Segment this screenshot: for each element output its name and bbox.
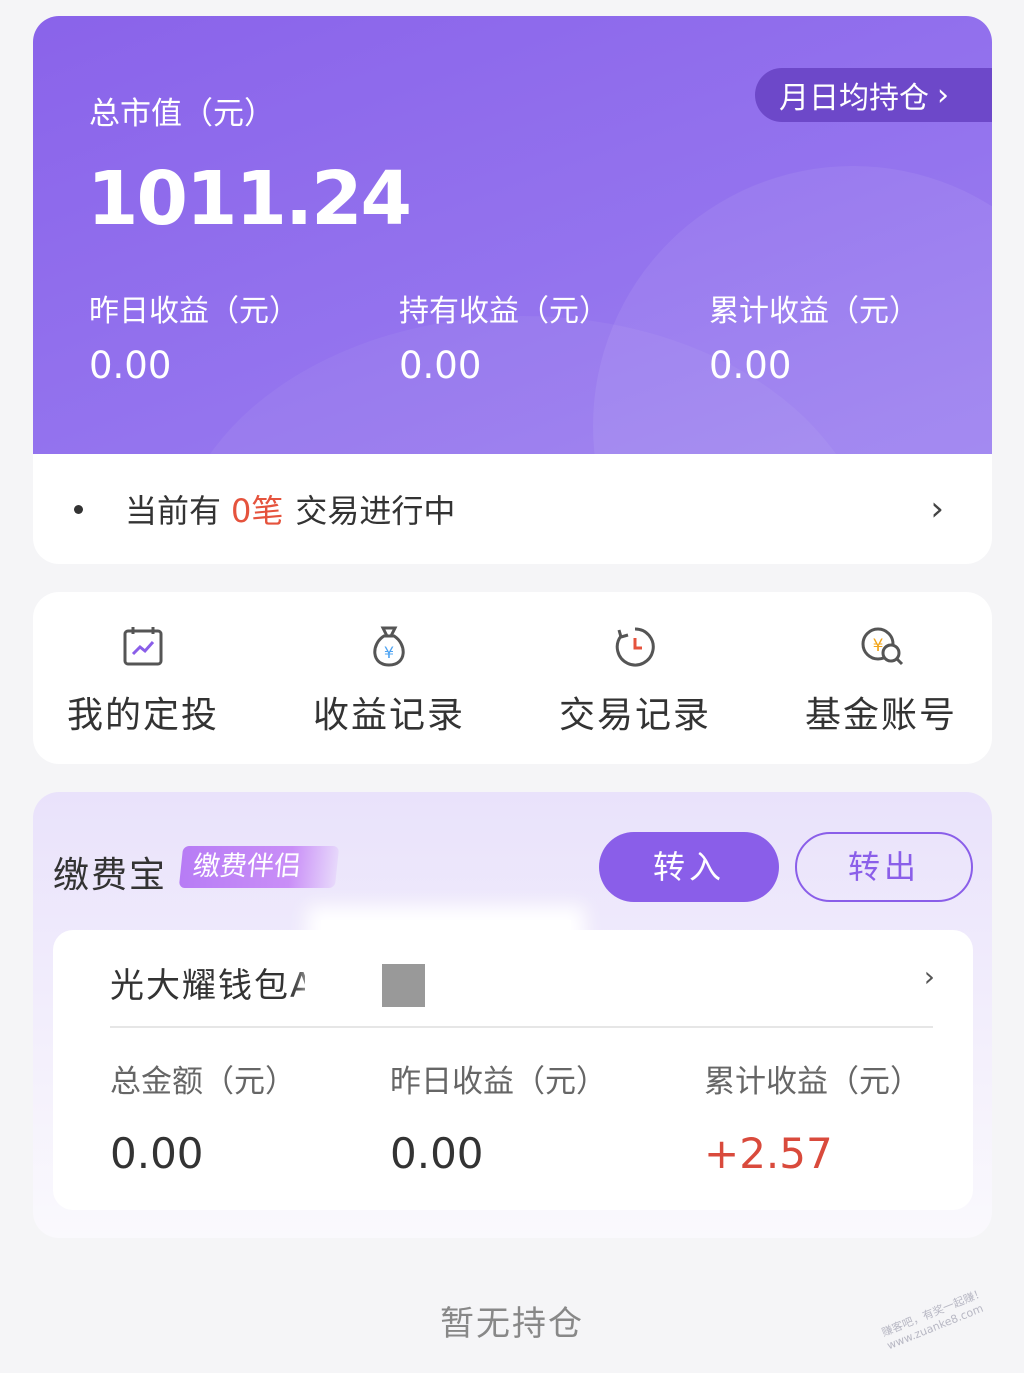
asset-summary: 总市值（元） 1011.24 月日均持仓 › 昨日收益（元） 0.00 持有收益… <box>33 16 992 454</box>
quick-entry-fund-account[interactable]: ¥ 基金账号 <box>771 622 991 738</box>
quick-entry-label: 基金账号 <box>804 695 957 736</box>
yesterday-earnings: 昨日收益（元） 0.00 <box>89 286 299 387</box>
metric-value: 0.00 <box>390 1129 484 1178</box>
wallet-product-card[interactable]: 光大耀钱包A › 总金额（元） 0.00 昨日收益（元） 0.00 累计收益（元… <box>53 920 973 1210</box>
cumulative-earnings: 累计收益（元） 0.00 <box>709 286 919 387</box>
chevron-right-icon: › <box>930 489 944 529</box>
total-market-value-label: 总市值（元） <box>89 96 275 132</box>
transfer-in-button[interactable]: 转入 <box>599 832 779 902</box>
wallet-product-name: 光大耀钱包A <box>110 966 305 1006</box>
pending-trades-suffix: 交易进行中 <box>295 492 456 530</box>
pending-trades-prefix: 当前有 <box>125 492 222 530</box>
payment-treasure-card: 缴费宝 缴费伴侣 转入 转出 光大耀钱包A › 总金额（元） 0.00 昨日收益… <box>33 792 992 1238</box>
divider <box>110 1026 933 1028</box>
metric-label: 总金额（元） <box>110 1064 296 1100</box>
metric-label: 累计收益（元） <box>709 294 919 329</box>
redaction-overlay <box>321 920 571 1040</box>
quick-entry-card: 我的定投 ¥ 收益记录 交易记录 ¥ 基金账号 <box>33 592 992 764</box>
metric-value: +2.57 <box>704 1129 833 1178</box>
wallet-yesterday-earnings: 昨日收益（元） 0.00 <box>390 1056 607 1178</box>
chevron-right-icon: › <box>937 77 949 113</box>
metric-value: 0.00 <box>110 1129 204 1178</box>
money-bag-icon: ¥ <box>373 626 405 667</box>
metric-label: 昨日收益（元） <box>89 294 299 329</box>
asset-card: 总市值（元） 1011.24 月日均持仓 › 昨日收益（元） 0.00 持有收益… <box>33 16 992 564</box>
metric-label: 持有收益（元） <box>399 294 609 329</box>
metric-value: 0.00 <box>709 344 792 387</box>
quick-entry-label: 收益记录 <box>312 695 465 736</box>
calendar-chart-icon <box>123 627 163 666</box>
transfer-out-button[interactable]: 转出 <box>795 832 973 902</box>
quick-entry-earnings-records[interactable]: ¥ 收益记录 <box>279 622 499 738</box>
pending-trades-count: 0笔 <box>231 492 284 530</box>
monthly-avg-holding-button[interactable]: 月日均持仓 › <box>755 68 992 122</box>
quick-entry-trade-records[interactable]: 交易记录 <box>525 622 745 738</box>
wallet-cumulative-earnings: 累计收益（元） +2.57 <box>704 1056 921 1178</box>
quick-entry-label: 交易记录 <box>558 695 711 736</box>
metric-label: 累计收益（元） <box>704 1064 921 1100</box>
chevron-right-icon: › <box>923 960 935 993</box>
pending-trades-row[interactable]: 当前有 0笔 交易进行中 › <box>33 454 992 564</box>
quick-entry-auto-invest[interactable]: 我的定投 <box>33 622 253 738</box>
payment-treasure-title: 缴费宝 <box>53 855 168 896</box>
metric-label: 昨日收益（元） <box>390 1064 607 1100</box>
wallet-total-amount: 总金额（元） 0.00 <box>110 1056 296 1178</box>
clock-history-icon <box>615 627 655 667</box>
metric-value: 0.00 <box>399 344 482 387</box>
svg-text:¥: ¥ <box>384 643 394 662</box>
no-holdings-text: 暂无持仓 <box>440 1304 584 1344</box>
total-market-value: 1011.24 <box>87 156 412 242</box>
redaction-block <box>382 964 425 1007</box>
monthly-avg-holding-label: 月日均持仓 <box>779 81 929 116</box>
bullet-icon <box>74 504 83 514</box>
yen-search-icon: ¥ <box>861 627 904 666</box>
holding-earnings: 持有收益（元） 0.00 <box>399 286 609 387</box>
payment-companion-tag: 缴费伴侣 <box>178 846 340 888</box>
metric-value: 0.00 <box>89 344 172 387</box>
quick-entry-label: 我的定投 <box>66 695 219 736</box>
